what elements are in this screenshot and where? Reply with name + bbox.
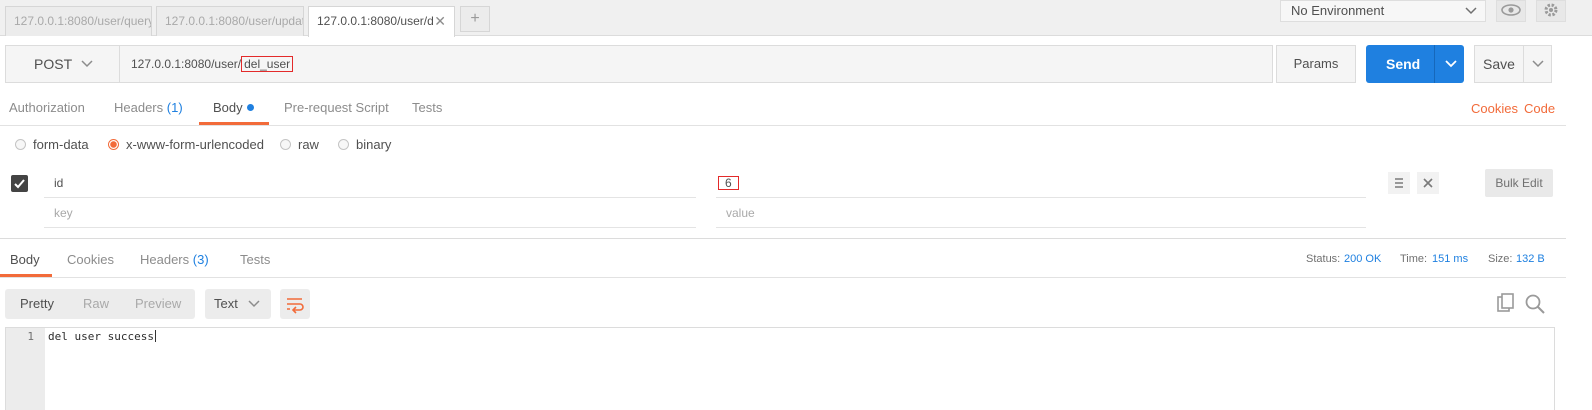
drag-handle-icon[interactable] [1388, 172, 1410, 194]
response-tab-headers[interactable]: Headers (3) [140, 245, 209, 277]
response-body-text: del user success [48, 330, 154, 343]
search-icon[interactable] [1523, 292, 1547, 316]
request-tabs: Authorization Headers (1) Body Pre-reque… [0, 93, 1566, 126]
params-button[interactable]: Params [1276, 45, 1356, 83]
kv-value-text: 6 [718, 176, 739, 190]
url-prefix: 127.0.0.1:8080/user/ [131, 57, 242, 71]
radio-label: binary [356, 137, 392, 152]
save-button[interactable]: Save [1474, 45, 1552, 83]
size-value: 132 B [1516, 253, 1545, 265]
radio-checked-icon [108, 139, 119, 150]
kv-new-key-input[interactable]: key [44, 200, 696, 228]
kv-new-value-input[interactable]: value [716, 200, 1366, 228]
time-value: 151 ms [1432, 253, 1469, 265]
response-tab-tests[interactable]: Tests [240, 245, 270, 277]
tab-body[interactable]: Body [199, 93, 269, 125]
view-mode-selector: Pretty Raw Preview [5, 289, 195, 319]
copy-icon[interactable] [1494, 292, 1518, 316]
request-tab-update-user[interactable]: 127.0.0.1:8080/user/update [156, 6, 304, 36]
chevron-down-icon[interactable] [1531, 46, 1545, 95]
section-divider [0, 238, 1566, 239]
new-tab-button[interactable]: + [460, 6, 490, 32]
gear-icon[interactable] [1536, 0, 1566, 22]
time-label: Time: [1400, 253, 1428, 265]
response-tab-cookies[interactable]: Cookies [67, 245, 114, 277]
tab-headers-label: Headers [114, 100, 164, 115]
radio-label: form-data [33, 137, 89, 152]
response-headers-label: Headers [140, 252, 190, 267]
method-label: POST [34, 56, 73, 72]
kv-value-input[interactable]: 6 [716, 170, 1366, 198]
status-label: Status: [1306, 253, 1341, 265]
radio-label: raw [298, 137, 319, 152]
format-dropdown[interactable]: Text [205, 289, 271, 319]
view-mode-raw[interactable]: Raw [83, 289, 109, 319]
button-divider [1523, 46, 1524, 82]
url-highlight: del_user [241, 56, 294, 72]
radio-form-data[interactable]: form-data [15, 137, 89, 153]
radio-binary[interactable]: binary [338, 137, 391, 153]
key-placeholder: key [54, 206, 73, 220]
kv-key-text: id [54, 176, 64, 190]
button-divider [1434, 45, 1435, 83]
url-input[interactable]: 127.0.0.1:8080/user/del_user [131, 46, 294, 82]
tab-pre-request-script[interactable]: Pre-request Script [284, 93, 389, 125]
size-label: Size: [1488, 253, 1513, 265]
modified-dot-icon [246, 104, 254, 111]
line-number-gutter: 1 [6, 328, 45, 410]
tab-strip: 127.0.0.1:8080/user/query_ 127.0.0.1:808… [0, 0, 1592, 37]
response-headers-count: (3) [192, 252, 209, 267]
save-label: Save [1483, 56, 1515, 72]
environment-dropdown[interactable]: No Environment [1280, 0, 1486, 22]
eye-icon[interactable] [1496, 0, 1526, 22]
request-tab-del-user[interactable]: 127.0.0.1:8080/user/d ✕ [308, 6, 455, 37]
tab-headers[interactable]: Headers (1) [114, 93, 183, 125]
request-bar: POST 127.0.0.1:8080/user/del_user [5, 45, 1273, 83]
bulk-edit-button[interactable]: Bulk Edit [1485, 169, 1553, 197]
response-tab-body[interactable]: Body [0, 245, 52, 277]
format-label: Text [214, 296, 238, 311]
radio-circle-icon [338, 139, 349, 150]
kv-key-input[interactable]: id [44, 170, 696, 198]
radio-raw[interactable]: raw [280, 137, 319, 153]
wrap-lines-icon[interactable] [280, 289, 310, 319]
radio-label: x-www-form-urlencoded [126, 137, 264, 152]
tab-label: 127.0.0.1:8080/user/query_ [14, 14, 152, 28]
radio-x-www-form-urlencoded[interactable]: x-www-form-urlencoded [108, 137, 264, 153]
method-dropdown[interactable]: POST [6, 46, 120, 82]
send-button[interactable]: Send [1366, 45, 1464, 83]
tab-label: 127.0.0.1:8080/user/update [165, 14, 304, 28]
cookies-link[interactable]: Cookies [1471, 94, 1518, 124]
value-placeholder: value [726, 206, 755, 220]
line-number: 1 [27, 330, 34, 343]
row-enabled-checkbox[interactable] [11, 175, 28, 192]
response-body-editor[interactable]: 1 del user success [5, 327, 1555, 410]
code-link[interactable]: Code [1524, 94, 1555, 124]
chevron-down-icon[interactable] [1444, 45, 1458, 97]
request-tab-query-user[interactable]: 127.0.0.1:8080/user/query_ [5, 6, 152, 36]
chevron-down-icon [247, 289, 261, 330]
status-value: 200 OK [1344, 253, 1382, 265]
view-mode-preview[interactable]: Preview [135, 289, 181, 319]
delete-row-icon[interactable] [1417, 172, 1439, 194]
chevron-down-icon [1465, 1, 1477, 27]
tab-tests[interactable]: Tests [412, 93, 442, 125]
headers-count: (1) [166, 100, 183, 115]
radio-circle-icon [280, 139, 291, 150]
tab-authorization[interactable]: Authorization [9, 93, 85, 125]
tab-body-label: Body [213, 100, 243, 115]
tab-label: 127.0.0.1:8080/user/d [317, 14, 434, 28]
chevron-down-icon [80, 46, 94, 95]
view-mode-pretty[interactable]: Pretty [20, 289, 54, 319]
radio-circle-icon [15, 139, 26, 150]
close-tab-icon[interactable]: ✕ [434, 7, 446, 35]
send-label: Send [1386, 56, 1421, 72]
environment-label: No Environment [1291, 3, 1385, 18]
